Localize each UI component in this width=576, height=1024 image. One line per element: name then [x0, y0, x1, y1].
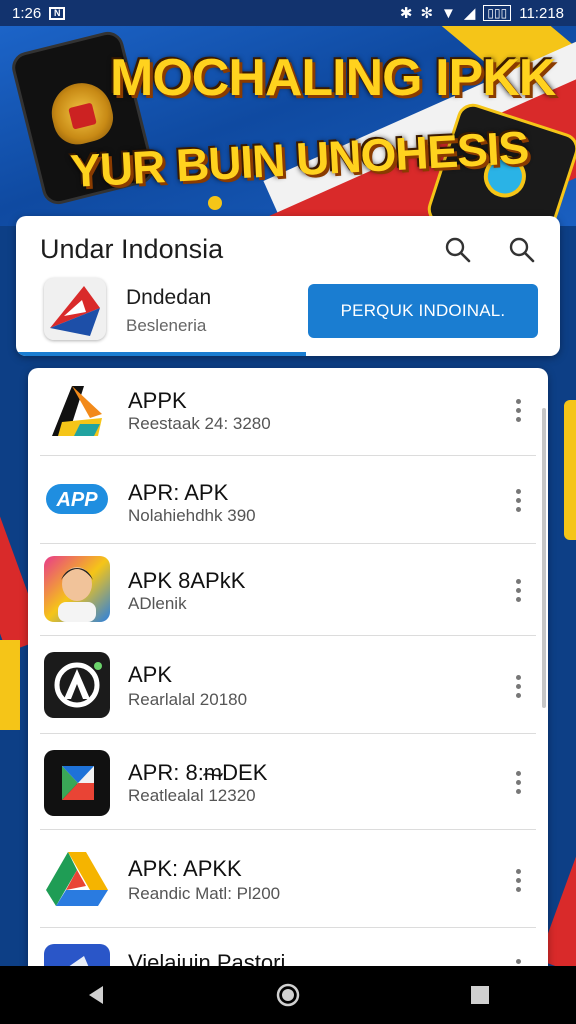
- search-icon: [445, 237, 471, 263]
- install-button[interactable]: PERQUK INDOINAL.: [308, 284, 538, 338]
- list-item[interactable]: APK Rearlalal 20180: [28, 636, 548, 734]
- home-button[interactable]: [268, 975, 308, 1015]
- status-bar: 1:26 N ✱ ✻ ▼ ◢ ▯▯▯ 11:218: [0, 0, 576, 26]
- decorative-dot: [208, 196, 222, 210]
- app-badge-icon: APP: [44, 466, 110, 532]
- app-name: APK 8APkK: [128, 568, 246, 593]
- app-meta: ADlenik: [128, 594, 187, 613]
- more-options-button[interactable]: [508, 574, 528, 606]
- app-name: APR: 8:ᵯDEK: [128, 760, 268, 785]
- app-list[interactable]: APPK Reestaak 24: 3280 APP APR: APK Nola…: [28, 368, 548, 988]
- app-meta: Reatlealal 12320: [128, 786, 256, 805]
- signal-icon: ◢: [463, 5, 476, 22]
- background-stripe: [564, 400, 576, 540]
- arrow-logo-icon: [44, 378, 110, 444]
- a-circle-icon: [44, 652, 110, 718]
- more-options-button[interactable]: [508, 394, 528, 426]
- status-time-left: 1:26: [12, 4, 42, 22]
- avatar-icon: [44, 556, 110, 622]
- svg-text:APP: APP: [55, 489, 98, 511]
- list-item[interactable]: APR: 8:ᵯDEK Reatlealal 12320: [28, 734, 548, 830]
- back-button[interactable]: [76, 975, 116, 1015]
- list-item[interactable]: APK 8APkK ADlenik: [28, 544, 548, 636]
- more-options-button[interactable]: [508, 766, 528, 798]
- tab-indicator: [16, 352, 306, 356]
- status-time-right: 11:218: [519, 4, 564, 22]
- app-meta: Nolahiehdhk 390: [128, 506, 256, 525]
- promo-banner[interactable]: MOCHALING IPKK YUR BUIN UNOHESIS: [0, 26, 576, 226]
- recents-button[interactable]: [460, 975, 500, 1015]
- battery-icon: ▯▯▯: [483, 5, 512, 21]
- navigation-bar: [0, 966, 576, 1024]
- header-card: Undar Indonsia Dndedan Besleneria PERQUK…: [16, 216, 560, 356]
- bluetooth-icon: ✱: [399, 5, 413, 22]
- list-item[interactable]: APP APR: APK Nolahiehdhk 390: [28, 456, 548, 544]
- recents-icon: [471, 986, 489, 1004]
- featured-app-name: Dndedan: [126, 286, 212, 309]
- list-item[interactable]: APK: APKK Reandic Matl: Pl200: [28, 830, 548, 928]
- back-icon: [89, 986, 103, 1004]
- vibrate-icon: ✻: [420, 5, 434, 22]
- garuda-emblem-icon: [45, 76, 119, 150]
- app-meta: Rearlalal 20180: [128, 690, 248, 709]
- flag-shape-icon: [44, 278, 106, 340]
- more-options-button[interactable]: [508, 670, 528, 702]
- search-button-secondary[interactable]: [504, 232, 540, 268]
- background-stripe: [0, 640, 20, 730]
- notification-icon: N: [49, 6, 66, 20]
- search-icon: [509, 237, 535, 263]
- page-title: Undar Indonsia: [40, 234, 224, 264]
- app-name: APPK: [128, 388, 187, 413]
- more-options-button[interactable]: [508, 864, 528, 896]
- banner-title: MOCHALING IPKK: [110, 49, 556, 107]
- play-shape-icon: [44, 750, 110, 816]
- search-button[interactable]: [440, 232, 476, 268]
- home-icon: [276, 983, 300, 1007]
- app-meta: Reandic Matl: Pl200: [128, 884, 281, 903]
- app-meta: Reestaak 24: 3280: [128, 414, 271, 433]
- drive-triangle-icon: [44, 846, 110, 912]
- featured-app-icon[interactable]: [44, 278, 106, 340]
- app-name: APK: [128, 662, 173, 687]
- featured-app-subtitle: Besleneria: [126, 316, 207, 335]
- list-item[interactable]: APPK Reestaak 24: 3280: [28, 368, 548, 456]
- more-options-button[interactable]: [508, 484, 528, 516]
- app-name: APR: APK: [128, 480, 229, 505]
- wifi-icon: ▼: [441, 4, 456, 22]
- app-name: APK: APKK: [128, 856, 242, 881]
